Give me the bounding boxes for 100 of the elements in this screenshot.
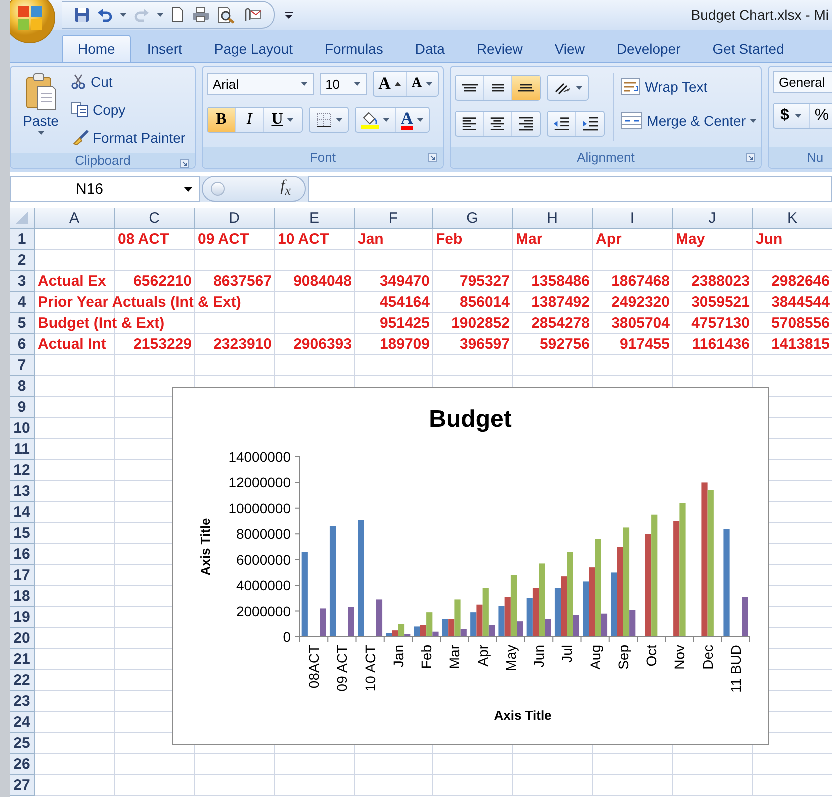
table-cell: Mar — [516, 231, 543, 248]
table-cell: 2854278 — [532, 315, 590, 332]
bold-button[interactable]: B — [208, 108, 236, 132]
table-cell: 349470 — [380, 273, 430, 290]
font-color-button[interactable]: A — [396, 108, 430, 132]
table-cell: Feb — [436, 231, 463, 248]
row-header[interactable]: 19 — [10, 607, 35, 628]
cut-button[interactable]: Cut — [71, 71, 186, 93]
row-header[interactable]: 26 — [10, 754, 35, 775]
ribbon-tab[interactable]: Get Started — [696, 35, 800, 62]
ribbon-tab[interactable]: Data — [399, 35, 461, 62]
ribbon-tab[interactable]: Page Layout — [198, 35, 309, 62]
ribbon-tab[interactable]: Formulas — [309, 35, 400, 62]
category-label: Mar — [446, 645, 463, 670]
merge-center-button[interactable]: Merge & Center — [621, 109, 757, 133]
category-label: Jan — [390, 645, 406, 668]
table-cell: 09 ACT — [198, 231, 250, 248]
group-label: Alignment — [577, 150, 635, 165]
table-cell: 4757130 — [692, 315, 750, 332]
row-header[interactable]: 8 — [10, 376, 35, 397]
row-header[interactable]: 16 — [10, 544, 35, 565]
table-cell: May — [676, 231, 706, 248]
row-header[interactable]: 24 — [10, 712, 35, 733]
table-cell: 592756 — [540, 336, 590, 353]
table-cell: Prior Year Actuals (Int & Ext) — [38, 294, 242, 311]
table-cell: 2153229 — [134, 336, 192, 353]
row-header[interactable]: 18 — [10, 586, 35, 607]
column-header[interactable]: H — [513, 208, 593, 229]
paste-button[interactable]: Paste — [15, 71, 67, 149]
ribbon-tab[interactable]: Insert — [131, 35, 198, 62]
table-cell: 2982646 — [772, 273, 830, 290]
axis-title: Axis Title — [494, 708, 552, 723]
row-header[interactable]: 1 — [10, 229, 35, 250]
table-cell: 2492320 — [612, 294, 670, 311]
row-header[interactable]: 6 — [10, 334, 35, 355]
ribbon-tab[interactable]: Developer — [600, 35, 697, 62]
row-header[interactable]: 20 — [10, 628, 35, 649]
table-cell: 1358486 — [532, 273, 590, 290]
category-label: Jun — [531, 645, 548, 668]
row-header[interactable]: 3 — [10, 271, 35, 292]
italic-button[interactable]: I — [236, 108, 264, 132]
column-header[interactable]: I — [593, 208, 673, 229]
column-header[interactable]: G — [433, 208, 513, 229]
column-header[interactable]: J — [673, 208, 753, 229]
grow-font-button[interactable]: A — [374, 72, 407, 96]
table-cell: 2323910 — [214, 336, 272, 353]
format-painter-button[interactable]: Format Painter — [71, 127, 186, 149]
font-size-field[interactable]: 10 — [320, 73, 367, 95]
column-header[interactable]: K — [753, 208, 832, 229]
currency-button[interactable]: $ — [774, 104, 810, 128]
column-header[interactable]: E — [275, 208, 355, 229]
tick-label: 8000000 — [236, 526, 291, 542]
row-header[interactable]: 17 — [10, 565, 35, 586]
row-header[interactable]: 11 — [10, 439, 35, 460]
table-cell: 3844544 — [772, 294, 830, 311]
table-cell: Apr — [596, 231, 622, 248]
row-header[interactable]: 5 — [10, 313, 35, 334]
row-header[interactable]: 2 — [10, 250, 35, 271]
name-box[interactable]: N16 — [10, 176, 200, 202]
table-cell: 189709 — [380, 336, 430, 353]
copy-button[interactable]: Copy — [71, 99, 186, 121]
table-cell: Actual Ex — [38, 273, 106, 290]
column-header[interactable]: C — [115, 208, 195, 229]
table-cell: 396597 — [460, 336, 510, 353]
table-cell: 1902852 — [452, 315, 510, 332]
category-label: Aug — [587, 645, 604, 670]
row-header[interactable]: 7 — [10, 355, 35, 376]
row-header[interactable]: 27 — [10, 775, 35, 796]
category-label: 09 ACT — [334, 645, 350, 692]
row-header[interactable]: 15 — [10, 523, 35, 544]
column-header[interactable]: F — [355, 208, 433, 229]
table-cell: 10 ACT — [278, 231, 330, 248]
row-header[interactable]: 10 — [10, 418, 35, 439]
ribbon-tab[interactable]: Review — [460, 35, 539, 62]
row-header[interactable]: 14 — [10, 502, 35, 523]
font-name-field[interactable]: Arial — [207, 73, 314, 95]
row-header[interactable]: 22 — [10, 670, 35, 691]
row-header[interactable]: 9 — [10, 397, 35, 418]
table-cell: 9084048 — [294, 273, 352, 290]
table-cell: 856014 — [460, 294, 510, 311]
wrap-text-button[interactable]: Wrap Text — [621, 75, 757, 99]
table-cell: 1161436 — [692, 336, 750, 353]
row-header[interactable]: 21 — [10, 649, 35, 670]
row-header[interactable]: 4 — [10, 292, 35, 313]
table-cell: 08 ACT — [118, 231, 170, 248]
column-header[interactable]: A — [35, 208, 115, 229]
table-cell: 454164 — [380, 294, 430, 311]
row-header[interactable]: 25 — [10, 733, 35, 754]
ribbon-tab[interactable]: Home — [62, 35, 132, 62]
ribbon-tab[interactable]: View — [538, 35, 601, 62]
underline-button[interactable]: U — [264, 108, 302, 132]
row-header[interactable]: 23 — [10, 691, 35, 712]
insert-function-button[interactable]: f$_{x}$ — [202, 176, 306, 202]
percent-button[interactable]: % — [810, 104, 832, 128]
row-header[interactable]: 12 — [10, 460, 35, 481]
shrink-font-button[interactable]: A — [406, 72, 438, 96]
row-header[interactable]: 13 — [10, 481, 35, 502]
column-header[interactable]: D — [195, 208, 275, 229]
number-format-field[interactable]: General — [773, 71, 832, 93]
group-label: Nu — [807, 150, 824, 165]
